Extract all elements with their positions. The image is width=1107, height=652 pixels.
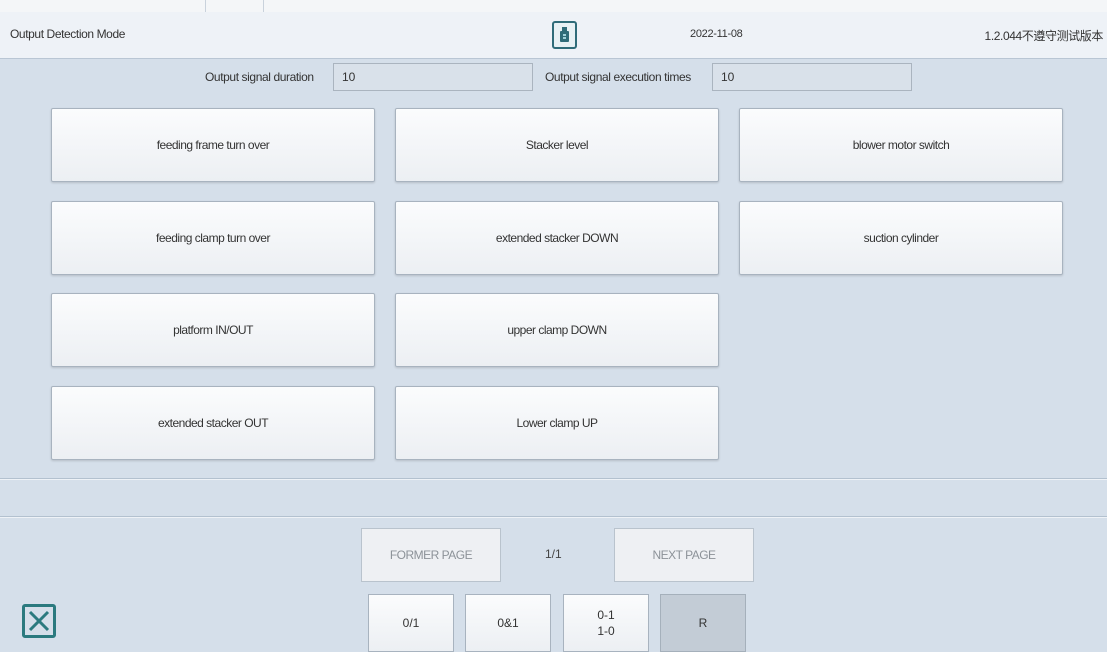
version-label: 1.2.044不遵守测试版本 — [984, 29, 1104, 43]
feeding-frame-turn-over-button[interactable]: feeding frame turn over — [51, 108, 375, 182]
stacker-level-button[interactable]: Stacker level — [395, 108, 719, 182]
duration-label: Output signal duration — [205, 70, 314, 84]
divider — [0, 479, 1107, 480]
feeding-clamp-turn-over-button[interactable]: feeding clamp turn over — [51, 201, 375, 275]
lower-clamp-up-button[interactable]: Lower clamp UP — [395, 386, 719, 460]
mode-r-button[interactable]: R — [660, 594, 746, 652]
execution-times-label: Output signal execution times — [545, 70, 691, 84]
date-display: 2022-11-08 — [690, 28, 743, 40]
usb-drive-icon[interactable] — [552, 21, 577, 49]
duration-input[interactable]: 10 — [333, 63, 533, 91]
header-bar: Output Detection Mode 2022-11-08 1.2.044… — [0, 12, 1107, 59]
platform-in-out-button[interactable]: platform IN/OUT — [51, 293, 375, 367]
page-title: Output Detection Mode — [10, 27, 126, 41]
extended-stacker-down-button[interactable]: extended stacker DOWN — [395, 201, 719, 275]
blower-motor-switch-button[interactable]: blower motor switch — [739, 108, 1063, 182]
mode-0-1-1-0-button[interactable]: 0-1 1-0 — [563, 594, 649, 652]
suction-cylinder-button[interactable]: suction cylinder — [739, 201, 1063, 275]
mode-0-and-1-button[interactable]: 0&1 — [465, 594, 551, 652]
page-indicator: 1/1 — [545, 547, 562, 561]
close-x-icon[interactable] — [22, 604, 56, 638]
upper-clamp-down-button[interactable]: upper clamp DOWN — [395, 293, 719, 367]
divider — [0, 517, 1107, 518]
extended-stacker-out-button[interactable]: extended stacker OUT — [51, 386, 375, 460]
mode-0-1-button[interactable]: 0/1 — [368, 594, 454, 652]
execution-times-input[interactable]: 10 — [712, 63, 912, 91]
top-strip — [0, 0, 1107, 12]
mode-line-1: 0-1 — [597, 608, 615, 622]
mode-line-2: 1-0 — [597, 624, 615, 638]
next-page-button[interactable]: NEXT PAGE — [614, 528, 754, 582]
former-page-button[interactable]: FORMER PAGE — [361, 528, 501, 582]
